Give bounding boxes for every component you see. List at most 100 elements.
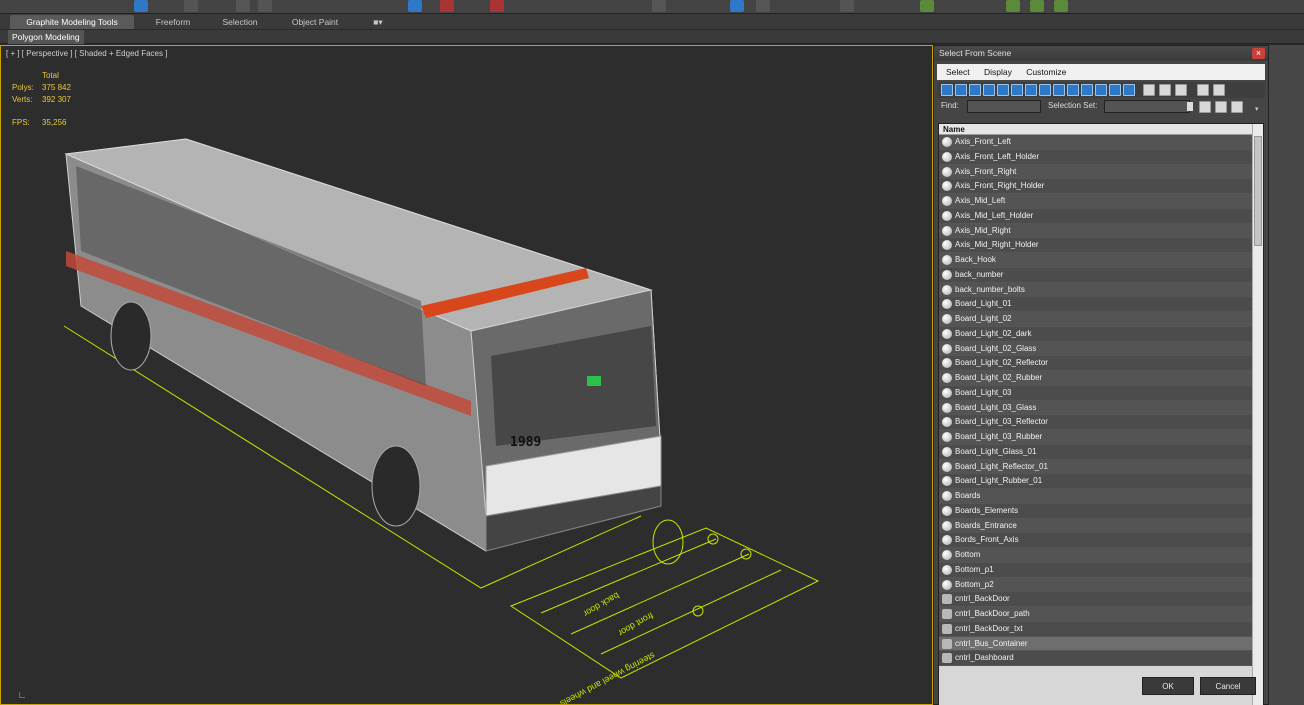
selection-set-dropdown[interactable] (1104, 100, 1190, 113)
list-item[interactable]: cntrl_BackDoor (939, 592, 1263, 607)
shapes-filter-icon[interactable] (955, 84, 967, 96)
frozen-filter-icon[interactable] (1081, 84, 1093, 96)
list-item[interactable]: Board_Light_03 (939, 385, 1263, 401)
list-item[interactable]: Board_Light_03_Glass (939, 400, 1263, 416)
list-item[interactable]: Axis_Mid_Right (939, 223, 1263, 239)
hidden-filter-icon[interactable] (1095, 84, 1107, 96)
list-item[interactable]: Board_Light_Rubber_01 (939, 474, 1263, 489)
groups-filter-icon[interactable] (1025, 84, 1037, 96)
filter-icon[interactable] (1197, 84, 1209, 96)
ok-button[interactable]: OK (1142, 677, 1194, 695)
align-icon[interactable] (490, 0, 504, 12)
list-item[interactable]: Axis_Front_Right (939, 164, 1263, 180)
list-item[interactable]: Bottom (939, 548, 1263, 563)
render-icon[interactable] (920, 0, 934, 12)
geometry-filter-icon[interactable] (941, 84, 953, 96)
ribbon-options-icon[interactable]: ■▾ (368, 15, 388, 29)
curve-editor-icon[interactable] (730, 0, 744, 12)
display-all-filter-icon[interactable] (1123, 84, 1135, 96)
list-item[interactable]: Board_Light_Glass_01 (939, 444, 1263, 460)
snap-icon[interactable] (408, 0, 422, 12)
list-item[interactable]: Board_Light_03_Rubber (939, 430, 1263, 445)
list-header-name[interactable]: Name (939, 124, 1263, 135)
select-all-icon[interactable] (1159, 84, 1171, 96)
tab-graphite-modeling-tools[interactable]: Graphite Modeling Tools (10, 15, 134, 29)
tab-polygon-modeling[interactable]: Polygon Modeling (8, 30, 84, 44)
layers-icon[interactable] (652, 0, 666, 12)
material-editor-icon[interactable] (756, 0, 770, 12)
list-item[interactable]: Board_Light_Reflector_01 (939, 459, 1263, 475)
tab-object-paint[interactable]: Object Paint (280, 15, 350, 29)
perspective-viewport[interactable]: 1989 back door front door steering wheel… (0, 45, 933, 705)
list-item[interactable]: Board_Light_02_Glass (939, 341, 1263, 357)
list-item[interactable]: Board_Light_03_Reflector (939, 415, 1263, 430)
list-item[interactable]: Axis_Mid_Left (939, 194, 1263, 209)
list-item[interactable]: Axis_Front_Right_Holder (939, 179, 1263, 194)
list-item-label: Board_Light_02 (955, 314, 1012, 323)
rotate-icon[interactable] (258, 0, 272, 12)
menu-display[interactable]: Display (978, 67, 1018, 77)
list-item[interactable]: Axis_Front_Left (939, 135, 1263, 150)
render-frame-icon[interactable] (1006, 0, 1020, 12)
remove-from-set-icon[interactable] (1231, 101, 1243, 113)
list-item[interactable]: Bottom_p2 (939, 577, 1263, 593)
list-item-label: cntrl_BackDoor (955, 594, 1010, 604)
list-item[interactable]: Board_Light_02_Rubber (939, 371, 1263, 386)
viewport-label[interactable]: [ + ] [ Perspective ] [ Shaded + Edged F… (6, 49, 167, 58)
render-setup-icon[interactable] (840, 0, 854, 12)
close-button[interactable]: × (1252, 48, 1265, 59)
menu-customize[interactable]: Customize (1020, 67, 1072, 77)
list-item[interactable]: cntrl_BackDoor_txt (939, 621, 1263, 637)
rig-label-steering-wheel: steering wheel and wheels (558, 650, 657, 704)
list-item[interactable]: cntrl_Bus_Container (939, 636, 1263, 652)
sort-filter-icon[interactable] (1109, 84, 1121, 96)
find-input[interactable] (967, 100, 1041, 113)
find-bar-options-chevron-icon[interactable]: ▾ (1255, 105, 1259, 113)
active-shade-icon[interactable] (1054, 0, 1068, 12)
list-item[interactable]: Board_Light_02 (939, 312, 1263, 327)
list-item[interactable]: Boards_Entrance (939, 518, 1263, 534)
select-none-icon[interactable] (1175, 84, 1187, 96)
list-item-label: Boards_Elements (955, 505, 1019, 515)
lights-filter-icon[interactable] (969, 84, 981, 96)
xrefs-filter-icon[interactable] (1039, 84, 1051, 96)
dialog-titlebar[interactable]: Select From Scene × (934, 46, 1268, 61)
list-item[interactable]: Board_Light_02_dark (939, 326, 1263, 342)
list-item[interactable]: cntrl_Dashboard (939, 651, 1263, 666)
list-item[interactable]: Boards_Elements (939, 503, 1263, 519)
list-item[interactable]: Axis_Front_Left_Holder (939, 149, 1263, 165)
quick-render-icon[interactable] (1030, 0, 1044, 12)
select-icon[interactable] (134, 0, 148, 12)
cancel-button[interactable]: Cancel (1200, 677, 1256, 695)
list-item[interactable]: Back_Hook (939, 253, 1263, 268)
add-to-set-icon[interactable] (1215, 101, 1227, 113)
cameras-filter-icon[interactable] (983, 84, 995, 96)
list-item[interactable]: Board_Light_01 (939, 297, 1263, 312)
list-item[interactable]: back_number (939, 267, 1263, 283)
menu-select[interactable]: Select (940, 67, 976, 77)
tab-freeform[interactable]: Freeform (143, 15, 203, 29)
list-item[interactable]: Axis_Mid_Right_Holder (939, 238, 1263, 253)
spacewarps-filter-icon[interactable] (1011, 84, 1023, 96)
select-region-icon[interactable] (184, 0, 198, 12)
list-item[interactable]: Bottom_p1 (939, 562, 1263, 578)
list-item[interactable]: back_number_bolts (939, 282, 1263, 298)
tab-selection[interactable]: Selection (214, 15, 266, 29)
list-item[interactable]: cntrl_BackDoor_path (939, 607, 1263, 622)
list-view-icon[interactable] (1143, 84, 1155, 96)
move-icon[interactable] (236, 0, 250, 12)
vertical-scrollbar[interactable] (1252, 124, 1263, 705)
list-item[interactable]: Bords_Front_Axis (939, 533, 1263, 548)
list-item[interactable]: Axis_Mid_Left_Holder (939, 208, 1263, 224)
create-set-icon[interactable] (1199, 101, 1211, 113)
list-item[interactable]: Boards (939, 489, 1263, 504)
containers-filter-icon[interactable] (1067, 84, 1079, 96)
list-item[interactable]: Board_Light_02_Reflector (939, 356, 1263, 371)
bones-filter-icon[interactable] (1053, 84, 1065, 96)
vertical-scroll-thumb[interactable] (1254, 136, 1262, 246)
mirror-icon[interactable] (440, 0, 454, 12)
helpers-filter-icon[interactable] (997, 84, 1009, 96)
list-item-label: Axis_Mid_Left_Holder (955, 210, 1034, 220)
filter-options-icon[interactable] (1213, 84, 1225, 96)
selection-set-dropdown-arrow-icon[interactable] (1187, 102, 1193, 111)
